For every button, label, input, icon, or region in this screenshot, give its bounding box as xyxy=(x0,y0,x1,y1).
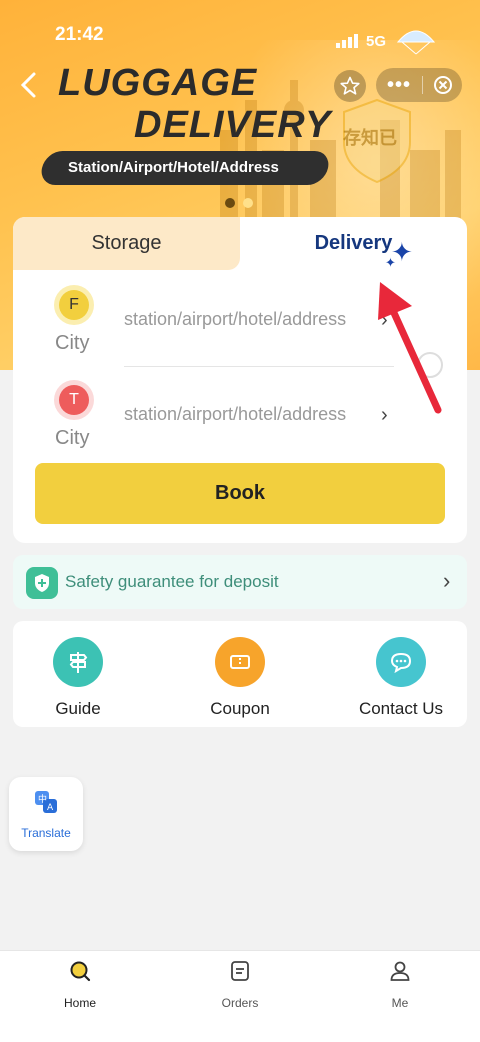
nav-orders[interactable]: Orders xyxy=(200,959,280,1010)
translate-icon: 中 A xyxy=(35,791,57,813)
network-type: 5G xyxy=(365,32,386,50)
safety-guarantee-text: Safety guarantee for deposit xyxy=(65,572,279,591)
sparkle-small-icon: ✦ xyxy=(385,255,396,270)
nav-home-label: Home xyxy=(63,996,96,1010)
star-icon xyxy=(340,76,360,95)
location-divider xyxy=(124,366,394,367)
svg-text:A: A xyxy=(47,803,54,813)
nav-orders-label: Orders xyxy=(221,996,259,1010)
quick-actions-card: Guide Coupon Contact Us xyxy=(13,621,467,727)
to-city[interactable]: City xyxy=(55,427,89,450)
favorite-button[interactable] xyxy=(334,70,366,102)
orders-icon xyxy=(231,961,249,981)
status-indicators: 5G xyxy=(335,26,438,56)
close-button[interactable] xyxy=(423,75,462,95)
carousel-indicator xyxy=(225,198,253,208)
svg-text:中: 中 xyxy=(38,793,47,805)
watermark-text: 存知已 xyxy=(343,128,397,148)
guide-action[interactable]: Guide xyxy=(13,637,143,719)
from-city[interactable]: City xyxy=(55,332,89,355)
miniprogram-capsule: ••• xyxy=(376,68,462,102)
to-address-input[interactable]: station/airport/hotel/address xyxy=(124,404,346,425)
nav-me[interactable]: Me xyxy=(360,959,440,1010)
carousel-dot-active xyxy=(225,198,235,208)
carousel-dot xyxy=(243,198,253,208)
banner-subtitle: Station/Airport/Hotel/Address xyxy=(68,159,279,176)
status-time: 21:42 xyxy=(55,24,104,45)
bottom-nav: Home Orders Me xyxy=(0,950,480,1042)
annotation-arrow-icon xyxy=(378,282,442,414)
nav-me-label: Me xyxy=(391,996,409,1010)
status-bar: 21:42 5G xyxy=(0,0,480,66)
nav-home[interactable]: Home xyxy=(40,959,120,1010)
guide-label: Guide xyxy=(55,699,101,718)
more-options-button[interactable]: ••• xyxy=(376,74,422,97)
back-button[interactable] xyxy=(18,70,48,100)
signal-icon xyxy=(335,34,358,48)
ticket-icon xyxy=(215,637,265,687)
contact-us-label: Contact Us xyxy=(358,699,444,718)
translate-button[interactable]: 中 A Translate xyxy=(9,777,83,851)
chevron-right-icon: › xyxy=(443,568,451,593)
chevron-left-icon xyxy=(20,72,36,98)
parachute-icon xyxy=(396,30,436,55)
banner-title-line2: DELIVERY xyxy=(134,104,332,146)
person-icon xyxy=(390,961,410,981)
search-icon xyxy=(70,961,91,982)
to-badge-letter: T xyxy=(59,385,89,415)
banner-title-line1: LUGGAGE xyxy=(58,62,258,104)
safety-guarantee-banner[interactable]: Safety guarantee for deposit › xyxy=(13,555,467,609)
from-address-input[interactable]: station/airport/hotel/address xyxy=(124,309,346,330)
tab-storage[interactable]: Storage xyxy=(13,217,240,270)
from-badge: F xyxy=(54,285,94,325)
shield-plus-icon xyxy=(26,567,58,599)
coupon-label: Coupon xyxy=(210,699,270,718)
book-button[interactable]: Book xyxy=(35,463,445,524)
close-circle-icon xyxy=(433,76,452,94)
to-badge: T xyxy=(54,380,94,420)
translate-label: Translate xyxy=(21,826,71,840)
contact-us-action[interactable]: Contact Us xyxy=(336,637,466,719)
chat-icon xyxy=(376,637,426,687)
tab-delivery[interactable]: Delivery xyxy=(240,217,467,270)
signpost-icon xyxy=(53,637,103,687)
coupon-action[interactable]: Coupon xyxy=(175,637,305,719)
from-badge-letter: F xyxy=(59,290,89,320)
